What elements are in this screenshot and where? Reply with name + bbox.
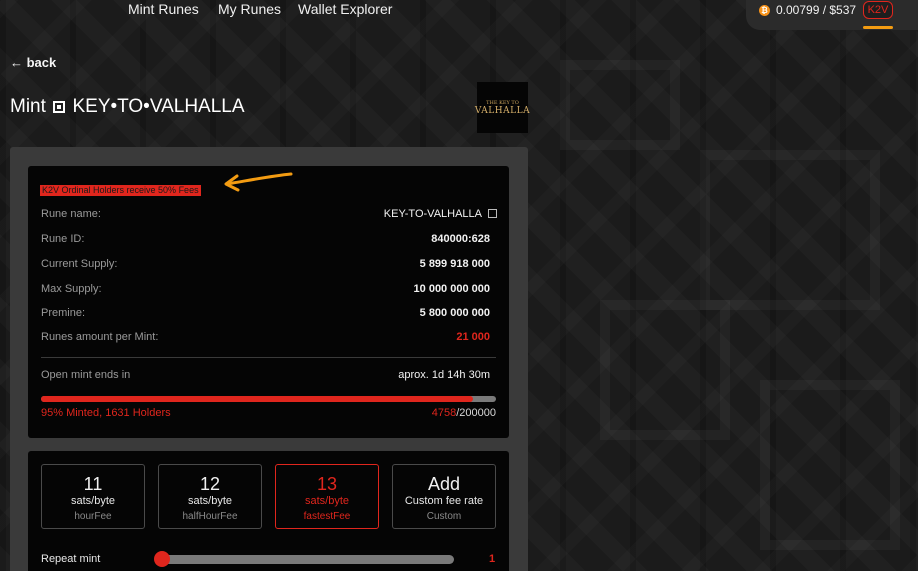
info-row-premine: Premine: 5 800 000 000 [41, 307, 490, 323]
info-label: Premine: [41, 307, 86, 319]
external-link-icon[interactable] [488, 209, 497, 218]
info-value: 5 800 000 000 [419, 307, 490, 319]
nav-mint-runes[interactable]: Mint Runes [128, 1, 199, 17]
fee-name: Custom [426, 511, 462, 522]
divider [41, 357, 496, 358]
wallet-balance: 0.00799 / $537 [776, 3, 857, 17]
k2v-token-button[interactable]: K2V [863, 1, 893, 19]
background-glyph [700, 150, 880, 310]
fee-rate: 11 [83, 474, 103, 494]
fee-name: fastestFee [303, 511, 351, 522]
back-link[interactable]: ← back [10, 55, 56, 70]
info-row-current-supply: Current Supply: 5 899 918 000 [41, 258, 490, 274]
fee-unit: sats/byte [304, 495, 350, 507]
info-value: 10 000 000 000 [413, 283, 490, 295]
title-prefix: Mint [10, 96, 46, 117]
bitcoin-icon: ₿ [759, 5, 770, 16]
info-label: Runes amount per Mint: [41, 331, 159, 343]
fee-option-hour[interactable]: 11 sats/byte hourFee [41, 464, 145, 529]
info-label: Rune name: [41, 208, 101, 220]
fee-option-custom[interactable]: Add Custom fee rate Custom [392, 464, 496, 529]
mint-count-current: 4758 [431, 407, 457, 419]
fee-rate: Add [427, 474, 461, 494]
logo-text-bottom: VALHALLA [474, 105, 531, 116]
info-label: Max Supply: [41, 283, 102, 295]
rune-logo: THE KEY TO VALHALLA [474, 82, 531, 133]
mint-count-total: /200000 [456, 407, 496, 419]
info-row-max-supply: Max Supply: 10 000 000 000 [41, 283, 490, 299]
fee-rate: 12 [199, 474, 221, 494]
info-value: 840000:628 [431, 233, 490, 245]
info-label: Rune ID: [41, 233, 85, 245]
fee-unit: Custom fee rate [404, 495, 484, 507]
fee-unit: sats/byte [187, 495, 233, 507]
promo-badge: K2V Ordinal Holders receive 50% Fees [40, 185, 201, 196]
fee-rate: 13 [316, 474, 338, 494]
fee-unit: sats/byte [70, 495, 116, 507]
background-glyph [760, 380, 900, 550]
page-title: Mint KEY•TO•VALHALLA [10, 96, 245, 118]
repeat-mint-label: Repeat mint [41, 553, 101, 565]
title-rune-name: KEY•TO•VALHALLA [72, 96, 245, 117]
mint-progress-bar [41, 396, 496, 402]
fee-option-fastest[interactable]: 13 sats/byte fastestFee [275, 464, 379, 529]
mint-progress-fill [41, 396, 474, 402]
nav-wallet-explorer[interactable]: Wallet Explorer [298, 1, 392, 17]
minted-status: 95% Minted, 1631 Holders [41, 407, 171, 419]
repeat-mint-slider[interactable] [158, 555, 454, 564]
fee-option-half-hour[interactable]: 12 sats/byte halfHourFee [158, 464, 262, 529]
info-row-runes-per-mint: Runes amount per Mint: 21 000 [41, 331, 490, 347]
mint-end-value: aprox. 1d 14h 30m [398, 369, 490, 381]
background-glyph [560, 60, 680, 150]
info-value: 5 899 918 000 [419, 258, 490, 270]
info-label: Current Supply: [41, 258, 118, 270]
mint-count: 4758/200000 [432, 407, 496, 419]
rune-symbol-icon [53, 101, 66, 113]
nav-my-runes[interactable]: My Runes [218, 1, 281, 17]
mint-end-label: Open mint ends in [41, 369, 131, 381]
info-value: KEY-TO-VALHALLA [383, 208, 482, 220]
repeat-mint-slider-handle[interactable] [154, 551, 170, 567]
info-row-rune-name: Rune name: KEY-TO-VALHALLA [41, 208, 497, 224]
wallet-widget[interactable]: ₿ 0.00799 / $537 K2V [746, 0, 918, 30]
info-row-rune-id: Rune ID: 840000:628 [41, 233, 490, 249]
fee-name: halfHourFee [182, 511, 238, 522]
repeat-mint-value: 1 [489, 553, 496, 565]
fee-name: hourFee [74, 511, 112, 522]
info-value: 21 000 [456, 331, 490, 343]
mint-end-row: Open mint ends in aprox. 1d 14h 30m [41, 369, 490, 385]
fee-card: 11 sats/byte hourFee 12 sats/byte halfHo… [28, 451, 509, 571]
rune-info-card: K2V Ordinal Holders receive 50% Fees Run… [28, 166, 509, 438]
active-underline [863, 26, 893, 29]
annotation-arrow-icon [224, 172, 293, 192]
background-glyph [600, 300, 730, 440]
rune-name-value[interactable]: KEY-TO-VALHALLA [384, 208, 497, 220]
